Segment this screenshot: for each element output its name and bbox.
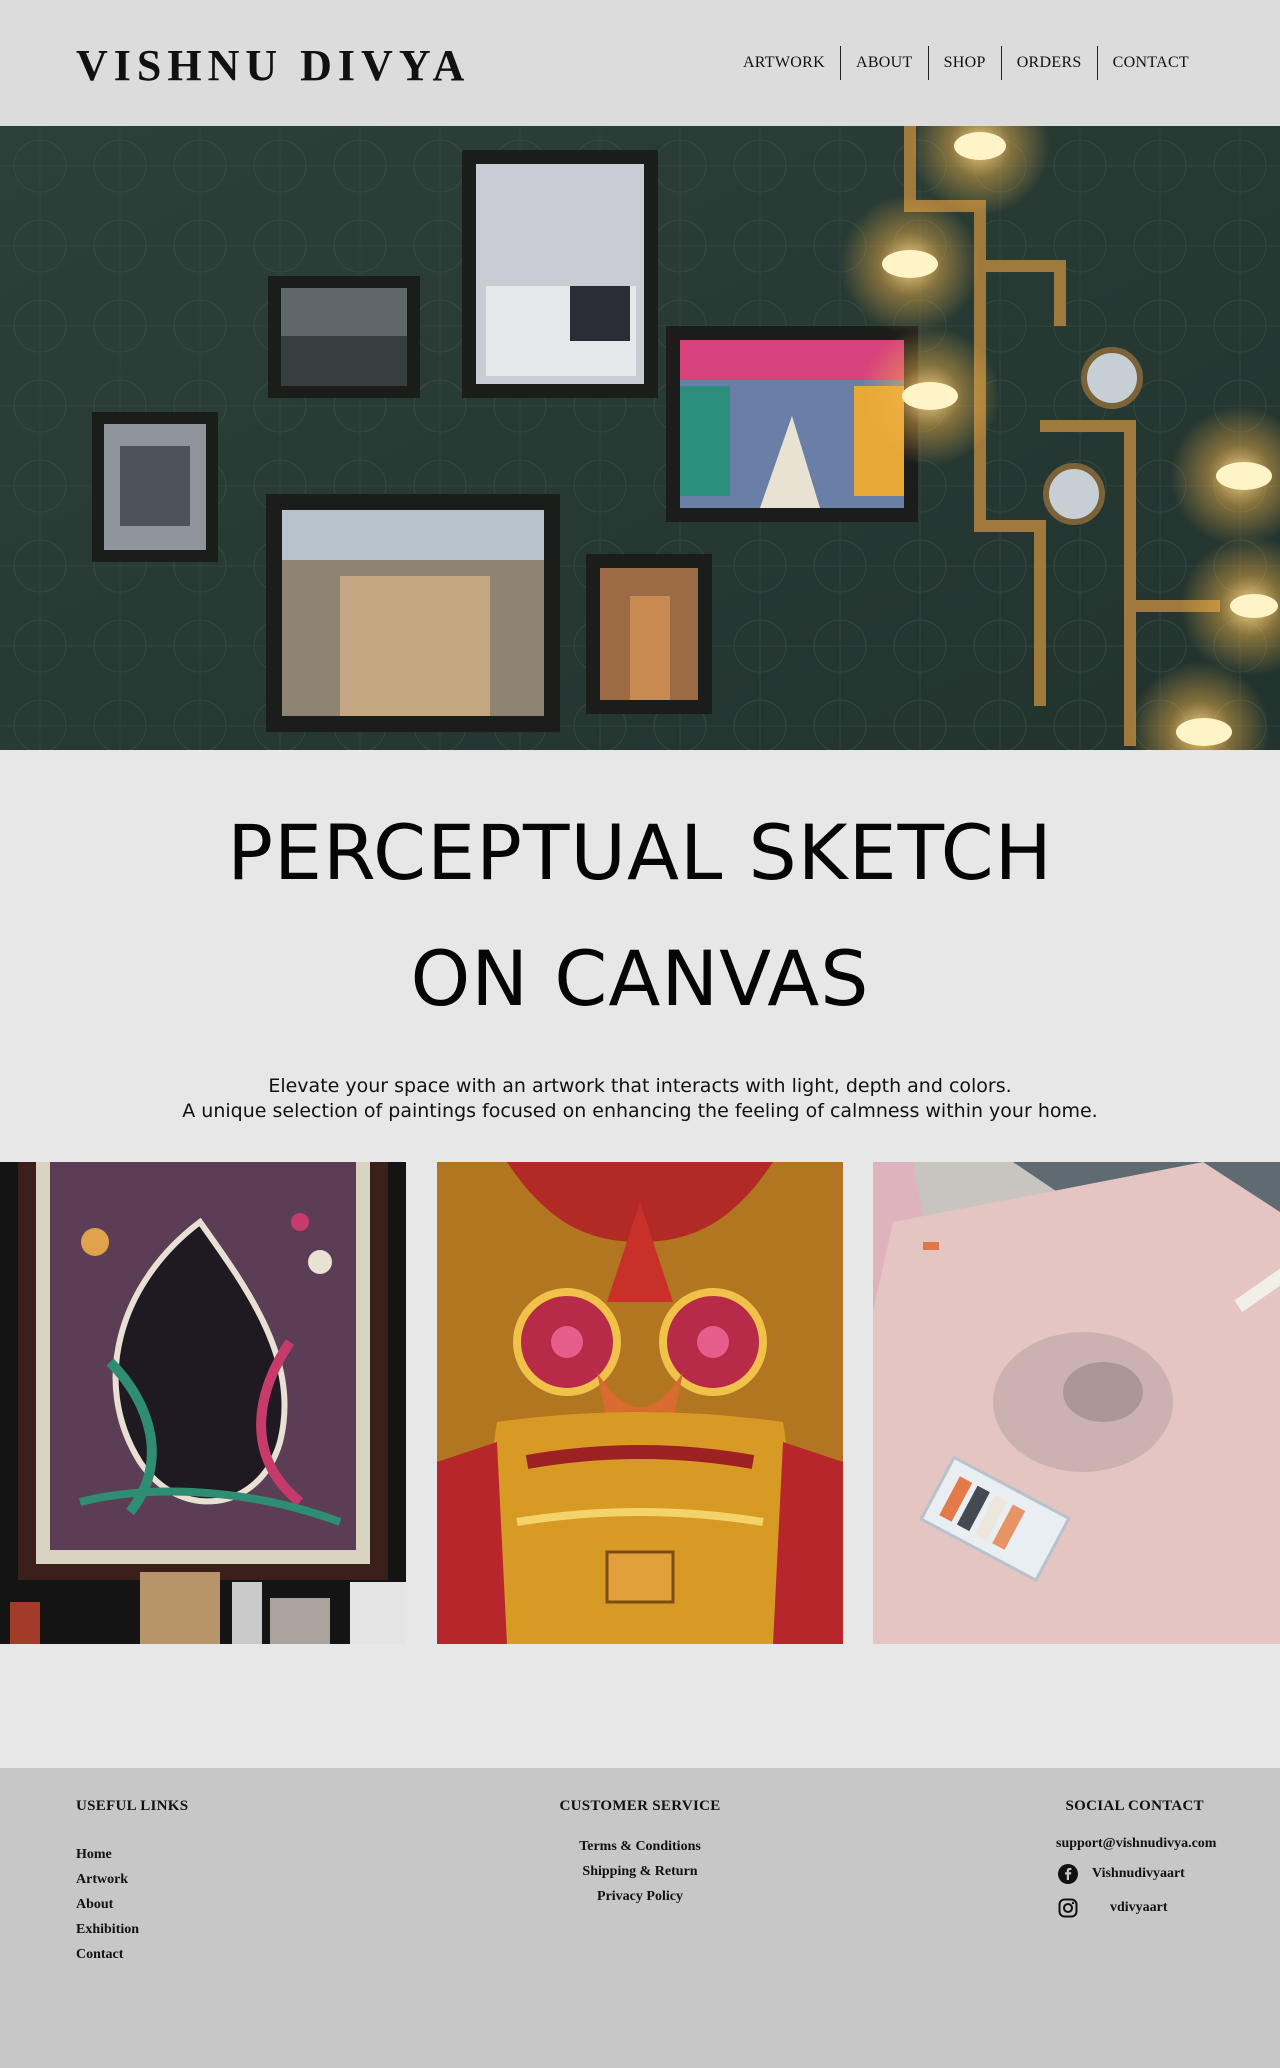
nav-contact[interactable]: CONTACT [1098,46,1204,80]
intro-line-1: Elevate your space with an artwork that … [268,1075,1012,1097]
intro-text: Elevate your space with an artwork that … [0,1074,1280,1124]
footer-link-exhibition[interactable]: Exhibition [76,1917,139,1942]
abstract-painting-illustration [0,1162,406,1644]
brand-logo[interactable]: VISHNU DIVYA [76,40,470,91]
festival-costume-illustration [437,1162,843,1644]
artwork-image-painting[interactable] [0,1162,406,1644]
facebook-icon [1058,1864,1078,1884]
site-header: VISHNU DIVYA ARTWORK ABOUT SHOP ORDERS C… [0,0,1280,126]
page-title: PERCEPTUAL SKETCH ON CANVAS [0,790,1280,1042]
nav-orders[interactable]: ORDERS [1002,46,1097,80]
footer-link-contact[interactable]: Contact [76,1942,139,1967]
intro-line-2: A unique selection of paintings focused … [182,1100,1098,1122]
hero-gallery-wall-illustration [0,126,1280,750]
footer-facebook-handle: Vishnudivyaart [1092,1866,1185,1881]
main-nav: ARTWORK ABOUT SHOP ORDERS CONTACT [728,46,1204,80]
instagram-icon [1058,1898,1078,1918]
footer-facebook-row[interactable]: Vishnudivyaart [1058,1864,1185,1884]
nav-about[interactable]: ABOUT [841,46,928,80]
footer-instagram-handle: vdivyaart [1110,1900,1168,1915]
hero-image [0,126,1280,750]
headline-line-2: ON CANVAS [410,934,870,1023]
footer-social-title: SOCIAL CONTACT [1065,1798,1204,1814]
site-footer: USEFUL LINKS Home Artwork About Exhibiti… [0,1768,1280,2068]
charcoal-sketch-illustration [873,1162,1280,1644]
headline-line-1: PERCEPTUAL SKETCH [227,808,1053,897]
footer-email-link[interactable]: support@vishnudivya.com [1056,1836,1216,1852]
nav-artwork[interactable]: ARTWORK [728,46,840,80]
artwork-image-costume[interactable] [437,1162,843,1644]
nav-shop[interactable]: SHOP [929,46,1001,80]
footer-instagram-row[interactable]: vdivyaart [1058,1898,1168,1918]
artwork-image-sketch[interactable] [873,1162,1280,1644]
